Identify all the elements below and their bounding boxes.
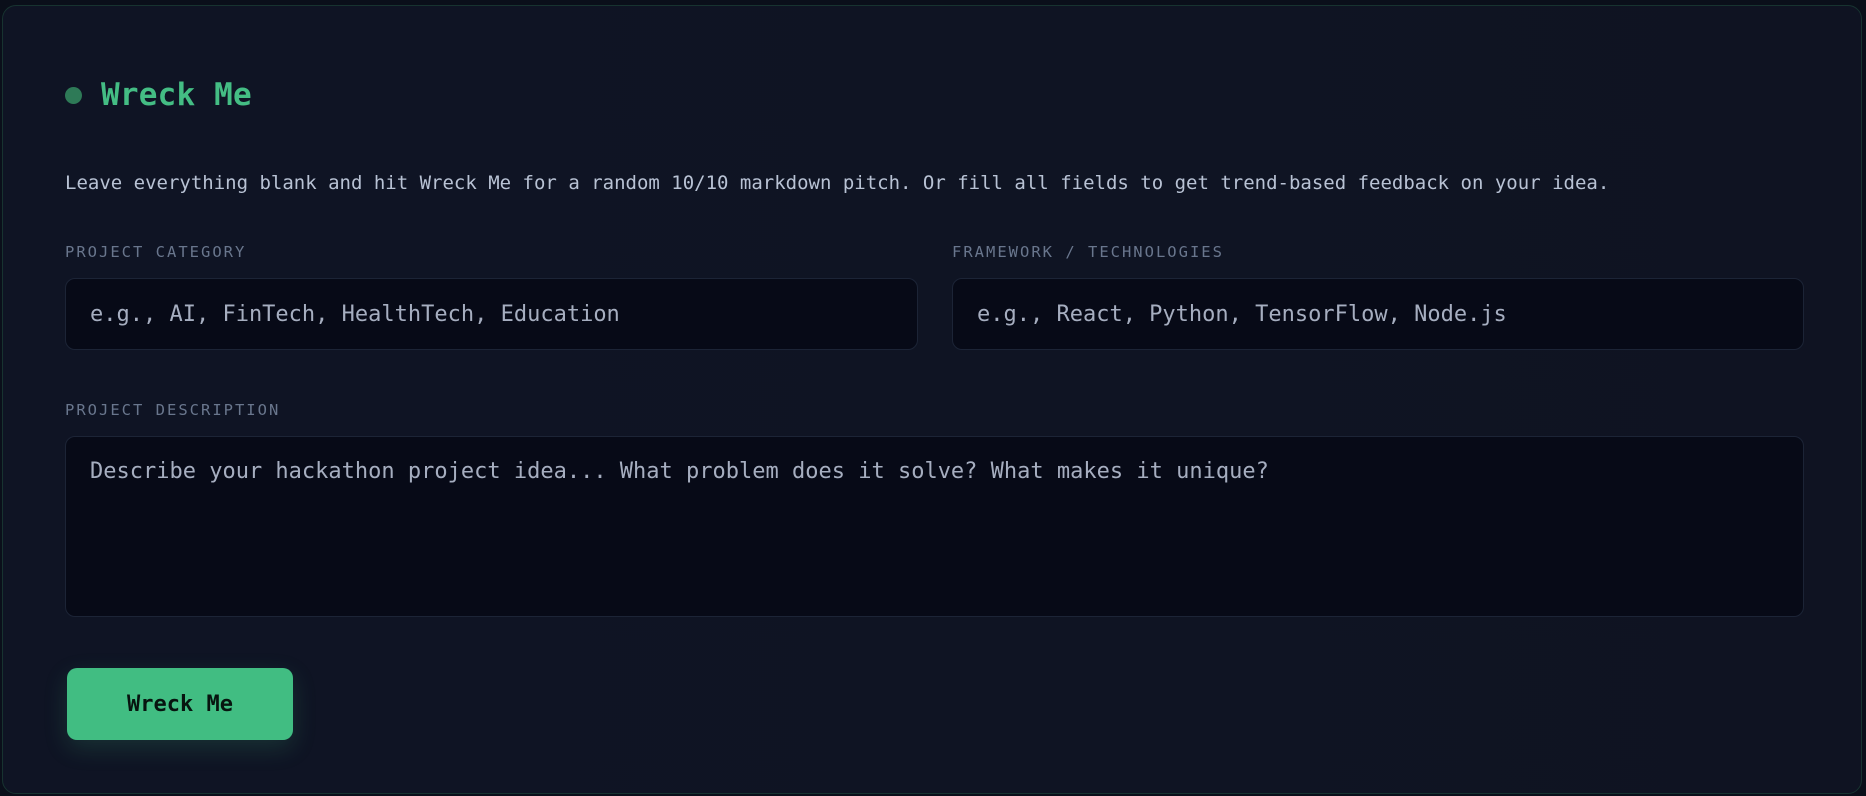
framework-label: FRAMEWORK / TECHNOLOGIES	[952, 243, 1224, 261]
page-title: Wreck Me	[101, 77, 252, 113]
framework-technologies-input[interactable]	[952, 278, 1804, 350]
wreck-me-panel: Wreck Me Leave everything blank and hit …	[2, 5, 1862, 794]
panel-header: Wreck Me	[65, 75, 252, 115]
intro-text: Leave everything blank and hit Wreck Me …	[65, 172, 1610, 194]
description-label: PROJECT DESCRIPTION	[65, 401, 281, 419]
project-description-textarea[interactable]	[65, 436, 1804, 617]
wreck-me-button[interactable]: Wreck Me	[67, 668, 293, 740]
status-dot-icon	[65, 86, 82, 104]
category-label: PROJECT CATEGORY	[65, 243, 247, 261]
project-category-input[interactable]	[65, 278, 918, 350]
